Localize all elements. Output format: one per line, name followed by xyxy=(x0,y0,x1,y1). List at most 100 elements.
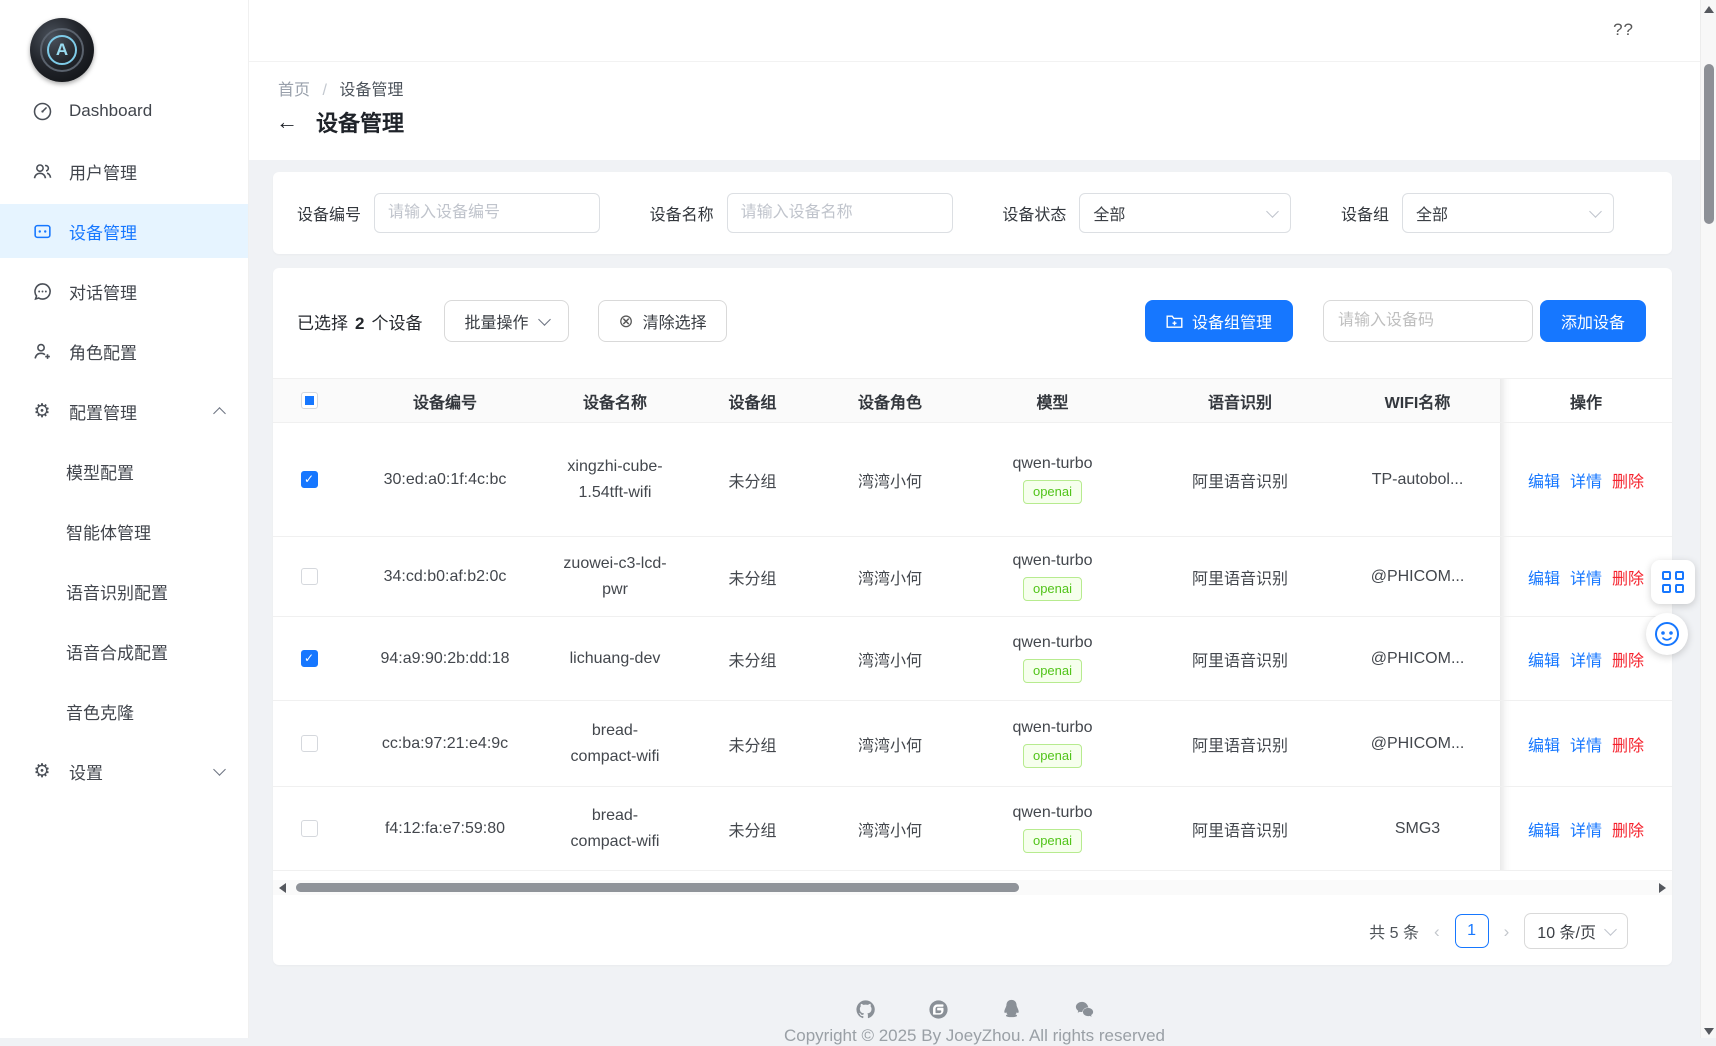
qq-icon[interactable] xyxy=(1000,998,1023,1021)
scroll-right-arrow-icon[interactable] xyxy=(1659,883,1666,893)
device-name-filter-input[interactable] xyxy=(727,193,953,233)
topbar-notice[interactable]: ?? xyxy=(1613,20,1634,40)
model-provider-tag: openai xyxy=(1023,744,1082,769)
sidebar-item-dialog-management[interactable]: 对话管理 xyxy=(0,264,248,318)
sidebar-item-dashboard[interactable]: Dashboard xyxy=(0,84,248,138)
wifi-name-cell: @PHICOM... xyxy=(1335,537,1500,617)
row-checkbox[interactable]: ✓ xyxy=(301,650,318,667)
device-group-select[interactable]: 全部 xyxy=(1402,193,1614,233)
edit-link[interactable]: 编辑 xyxy=(1528,647,1560,671)
row-checkbox[interactable]: ✓ xyxy=(301,471,318,488)
column-header: 操作 xyxy=(1500,379,1672,423)
device-group-cell: 未分组 xyxy=(685,787,820,871)
chevron-up-icon xyxy=(213,407,226,420)
gitee-icon[interactable] xyxy=(927,998,950,1021)
breadcrumb-separator: / xyxy=(322,82,326,99)
sidebar-item-tts-config[interactable]: 语音合成配置 xyxy=(0,624,248,678)
vertical-scrollbar[interactable] xyxy=(1700,0,1716,1038)
detail-link[interactable]: 详情 xyxy=(1570,647,1602,671)
model-cell: qwen-turboopenai xyxy=(960,701,1145,787)
device-name-cell: bread-compact-wifi xyxy=(545,787,685,871)
detail-link[interactable]: 详情 xyxy=(1570,732,1602,756)
device-group-cell: 未分组 xyxy=(685,423,820,537)
device-icon xyxy=(31,220,53,242)
device-role-cell: 湾湾小何 xyxy=(820,787,960,871)
asr-cell: 阿里语音识别 xyxy=(1145,701,1335,787)
edit-link[interactable]: 编辑 xyxy=(1528,565,1560,589)
delete-link[interactable]: 删除 xyxy=(1612,565,1644,589)
clear-selection-button[interactable]: ⊗ 清除选择 xyxy=(598,300,726,342)
chevron-down-icon xyxy=(539,313,552,326)
breadcrumb-home[interactable]: 首页 xyxy=(278,82,310,99)
quick-tools-button[interactable] xyxy=(1651,560,1695,604)
footer-links xyxy=(249,998,1700,1021)
back-arrow-icon[interactable]: ← xyxy=(276,111,298,133)
row-checkbox[interactable] xyxy=(301,820,318,837)
device-id-filter-input[interactable] xyxy=(374,193,600,233)
sidebar-item-asr-config[interactable]: 语音识别配置 xyxy=(0,564,248,618)
device-status-select[interactable]: 全部 xyxy=(1079,193,1291,233)
github-icon[interactable] xyxy=(854,998,877,1021)
detail-link[interactable]: 详情 xyxy=(1570,817,1602,841)
row-checkbox[interactable] xyxy=(301,568,318,585)
device-code-input[interactable] xyxy=(1323,300,1533,342)
sidebar-item-role-config[interactable]: 角色配置 xyxy=(0,324,248,378)
sidebar-item-agent-management[interactable]: 智能体管理 xyxy=(0,504,248,558)
sidebar-item-label: 设置 xyxy=(69,759,103,784)
scroll-left-arrow-icon[interactable] xyxy=(279,883,286,893)
sidebar-item-label: 设备管理 xyxy=(69,219,137,244)
prev-page-arrow-icon[interactable]: ‹ xyxy=(1434,923,1440,940)
wifi-name-cell: TP-autobol... xyxy=(1335,423,1500,537)
sidebar-item-settings[interactable]: ⚙设置 xyxy=(0,744,248,798)
grid-icon xyxy=(1662,571,1684,593)
sidebar-item-label: 用户管理 xyxy=(69,159,137,184)
device-name-cell: lichuang-dev xyxy=(545,617,685,701)
delete-link[interactable]: 删除 xyxy=(1612,817,1644,841)
model-cell: qwen-turboopenai xyxy=(960,617,1145,701)
horizontal-scrollbar[interactable] xyxy=(273,880,1672,895)
scroll-up-arrow-icon[interactable] xyxy=(1704,6,1714,13)
app-logo[interactable]: A xyxy=(30,18,94,82)
sidebar-item-user-management[interactable]: 用户管理 xyxy=(0,144,248,198)
vertical-scrollbar-thumb[interactable] xyxy=(1704,64,1714,224)
detail-link[interactable]: 详情 xyxy=(1570,565,1602,589)
edit-link[interactable]: 编辑 xyxy=(1528,468,1560,492)
add-device-button[interactable]: 添加设备 xyxy=(1540,300,1646,342)
delete-link[interactable]: 删除 xyxy=(1612,468,1644,492)
page-size-select[interactable]: 10 条/页 xyxy=(1524,913,1628,949)
wechat-icon[interactable] xyxy=(1073,998,1096,1021)
next-page-arrow-icon[interactable]: › xyxy=(1504,923,1510,940)
assistant-button[interactable] xyxy=(1646,613,1688,655)
column-header: 语音识别 xyxy=(1145,379,1335,423)
column-header: 模型 xyxy=(960,379,1145,423)
sidebar-item-label: 模型配置 xyxy=(66,459,134,484)
asr-cell: 阿里语音识别 xyxy=(1145,537,1335,617)
breadcrumb-current: 设备管理 xyxy=(339,82,403,99)
select-all-checkbox[interactable] xyxy=(301,392,318,409)
batch-actions-button[interactable]: 批量操作 xyxy=(444,300,569,342)
delete-link[interactable]: 删除 xyxy=(1612,647,1644,671)
sidebar-item-device-management[interactable]: 设备管理 xyxy=(0,204,248,258)
sidebar-item-label: 音色克隆 xyxy=(66,699,134,724)
logo-ring-icon: A xyxy=(40,28,84,72)
row-checkbox[interactable] xyxy=(301,735,318,752)
device-group-manage-button[interactable]: 设备组管理 xyxy=(1145,300,1293,342)
device-table-card: 已选择2个设备 批量操作 ⊗ 清除选择 设备组管理 添加设备 xyxy=(273,268,1672,965)
detail-link[interactable]: 详情 xyxy=(1570,468,1602,492)
delete-link[interactable]: 删除 xyxy=(1612,732,1644,756)
column-header: 设备名称 xyxy=(545,379,685,423)
sidebar-item-model-config[interactable]: 模型配置 xyxy=(0,444,248,498)
scroll-down-arrow-icon[interactable] xyxy=(1704,1028,1714,1035)
horizontal-scrollbar-thumb[interactable] xyxy=(296,883,1019,892)
edit-link[interactable]: 编辑 xyxy=(1528,817,1560,841)
edit-link[interactable]: 编辑 xyxy=(1528,732,1560,756)
device-name-cell: bread-compact-wifi xyxy=(545,701,685,787)
device-group-cell: 未分组 xyxy=(685,537,820,617)
table-row: cc:ba:97:21:e4:9cbread-compact-wifi未分组湾湾… xyxy=(273,701,1672,787)
page-number-button[interactable]: 1 xyxy=(1455,914,1489,948)
robot-face-icon xyxy=(1653,620,1681,648)
page-header: 首页 / 设备管理 ← 设备管理 xyxy=(249,62,1700,160)
sidebar-item-voice-clone[interactable]: 音色克隆 xyxy=(0,684,248,738)
logo-a-icon: A xyxy=(47,35,77,65)
sidebar-item-config-management[interactable]: ⚙配置管理 xyxy=(0,384,248,438)
